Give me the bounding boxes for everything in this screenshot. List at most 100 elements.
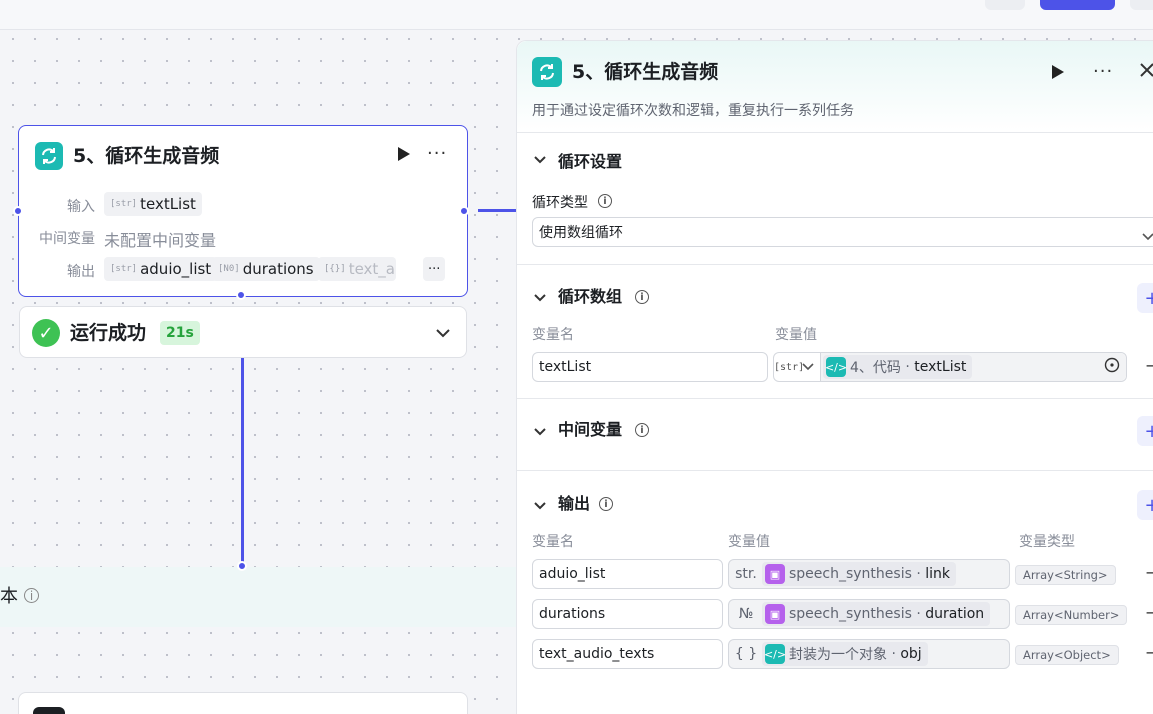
chevron-down-icon[interactable] [534, 425, 546, 440]
col-var-value: 变量值 [775, 327, 817, 343]
number-icon: [N0] [218, 264, 240, 274]
output-name-input[interactable]: text_audio_texts [532, 639, 723, 669]
remove-icon[interactable]: − [1145, 563, 1153, 582]
output-chip: [N0] durations [212, 257, 320, 281]
divider [517, 264, 1153, 265]
run-status[interactable]: ✓ 运行成功 21s [19, 306, 467, 358]
group-port[interactable] [237, 561, 247, 571]
object-icon: { } [734, 646, 758, 662]
str-icon: [str] [110, 199, 138, 209]
input-label: 输入 [67, 199, 95, 215]
more-icon[interactable]: ··· [427, 144, 447, 164]
col-var-type: 变量类型 [1019, 534, 1075, 550]
object-icon: [{}] [324, 264, 346, 274]
intermediate-value: 未配置中间变量 [104, 231, 217, 250]
group-label: 本 [0, 586, 18, 607]
chevron-down-icon[interactable] [534, 153, 546, 168]
run-icon[interactable] [1051, 64, 1065, 84]
add-output-button[interactable]: + [1137, 490, 1153, 520]
remove-icon[interactable]: − [1145, 356, 1153, 375]
duration-badge: 21s [160, 321, 200, 345]
chevron-down-icon[interactable] [436, 323, 450, 342]
str-icon: str. [735, 566, 757, 582]
add-intermediate-button[interactable]: + [1137, 416, 1153, 446]
code-icon: </> [825, 357, 847, 377]
output-chip: [str] aduio_list [104, 257, 218, 281]
status-text: 运行成功 [70, 322, 147, 344]
output-value-ref[interactable]: { } </> 封装为一个对象 · obj [728, 639, 1010, 669]
loop-icon [532, 57, 562, 87]
info-icon[interactable]: i [599, 497, 613, 511]
target-icon[interactable] [1104, 357, 1120, 377]
plugin-icon: ▣ [765, 564, 785, 584]
chevron-down-icon[interactable] [802, 363, 814, 371]
info-icon[interactable]: i [598, 194, 612, 208]
close-icon[interactable] [1139, 59, 1153, 84]
toolbar-button[interactable] [1130, 0, 1153, 10]
chevron-down-icon[interactable] [534, 499, 546, 514]
node-config-panel: 5、循环生成音频 ··· 用于通过设定循环次数和逻辑，重复执行一系列任务 循环设… [516, 40, 1153, 714]
edge-to-panel [478, 209, 518, 212]
info-icon[interactable]: i [635, 423, 649, 437]
section-title-loop-array[interactable]: 循环数组 [558, 286, 622, 308]
remove-icon[interactable]: − [1145, 643, 1153, 662]
next-node[interactable] [18, 692, 468, 714]
loop-array-value[interactable]: [str] </> 4、代码 · textList [773, 352, 1127, 382]
loop-array-name-input[interactable]: textList [532, 352, 768, 382]
loop-body-group [0, 567, 516, 627]
loop-icon [35, 142, 63, 170]
output-name-input[interactable]: durations [532, 599, 723, 629]
reference-chip[interactable]: </> 4、代码 · textList [823, 355, 973, 379]
info-icon[interactable]: i [24, 588, 39, 603]
plugin-icon: ▣ [765, 604, 785, 624]
divider [517, 398, 1153, 399]
chevron-down-icon[interactable] [1142, 226, 1153, 245]
output-chip: [{}]text_au [318, 257, 396, 281]
check-icon: ✓ [32, 319, 60, 347]
node-icon [33, 707, 65, 714]
node-title: 5、循环生成音频 [73, 145, 220, 167]
reference-chip[interactable]: </> 封装为一个对象 · obj [762, 642, 928, 666]
output-port[interactable] [459, 206, 469, 216]
col-var-value: 变量值 [728, 534, 770, 550]
body-port[interactable] [236, 290, 246, 300]
output-label: 输出 [67, 264, 95, 280]
col-var-name: 变量名 [532, 327, 574, 343]
number-icon: № [738, 606, 754, 622]
loop-type-label: 循环类型 [532, 195, 588, 211]
intermediate-label: 中间变量 [39, 231, 95, 247]
panel-title: 5、循环生成音频 [572, 61, 719, 83]
type-badge: Array<String> [1015, 565, 1116, 585]
remove-icon[interactable]: − [1145, 603, 1153, 622]
info-icon[interactable]: i [635, 290, 649, 304]
edge-down [241, 358, 244, 566]
top-toolbar [0, 0, 1153, 30]
col-var-name: 变量名 [532, 534, 574, 550]
divider [517, 470, 1153, 471]
section-title-loop-settings[interactable]: 循环设置 [558, 151, 622, 173]
more-outputs-button[interactable]: ··· [423, 257, 446, 281]
str-icon: [str] [110, 264, 138, 274]
chevron-down-icon[interactable] [534, 291, 546, 306]
add-loop-array-button[interactable]: + [1137, 283, 1153, 313]
str-icon: [str] [774, 361, 805, 373]
input-var-chip: [str] textList [104, 192, 202, 216]
input-port[interactable] [13, 206, 23, 216]
type-badge: Array<Object> [1015, 645, 1119, 665]
reference-chip[interactable]: ▣ speech_synthesis · link [762, 562, 957, 586]
section-title-output[interactable]: 输出 [558, 493, 590, 515]
section-title-intermediate[interactable]: 中间变量 [558, 419, 622, 441]
output-value-ref[interactable]: str. ▣ speech_synthesis · link [728, 559, 1010, 589]
reference-chip[interactable]: ▣ speech_synthesis · duration [762, 602, 991, 626]
toolbar-button[interactable] [985, 0, 1025, 10]
output-value-ref[interactable]: № ▣ speech_synthesis · duration [728, 599, 1010, 629]
loop-type-select[interactable]: 使用数组循环 [532, 217, 1153, 247]
run-icon[interactable] [397, 146, 411, 162]
type-badge: Array<Number> [1015, 605, 1128, 625]
output-name-input[interactable]: aduio_list [532, 559, 723, 589]
loop-node[interactable]: 5、循环生成音频 ··· 输入 [str] textList 中间变量 未配置中间… [18, 125, 468, 297]
code-icon: </> [764, 644, 786, 664]
more-icon[interactable]: ··· [1093, 61, 1113, 82]
panel-description: 用于通过设定循环次数和逻辑，重复执行一系列任务 [532, 103, 854, 119]
publish-button[interactable] [1040, 0, 1115, 10]
